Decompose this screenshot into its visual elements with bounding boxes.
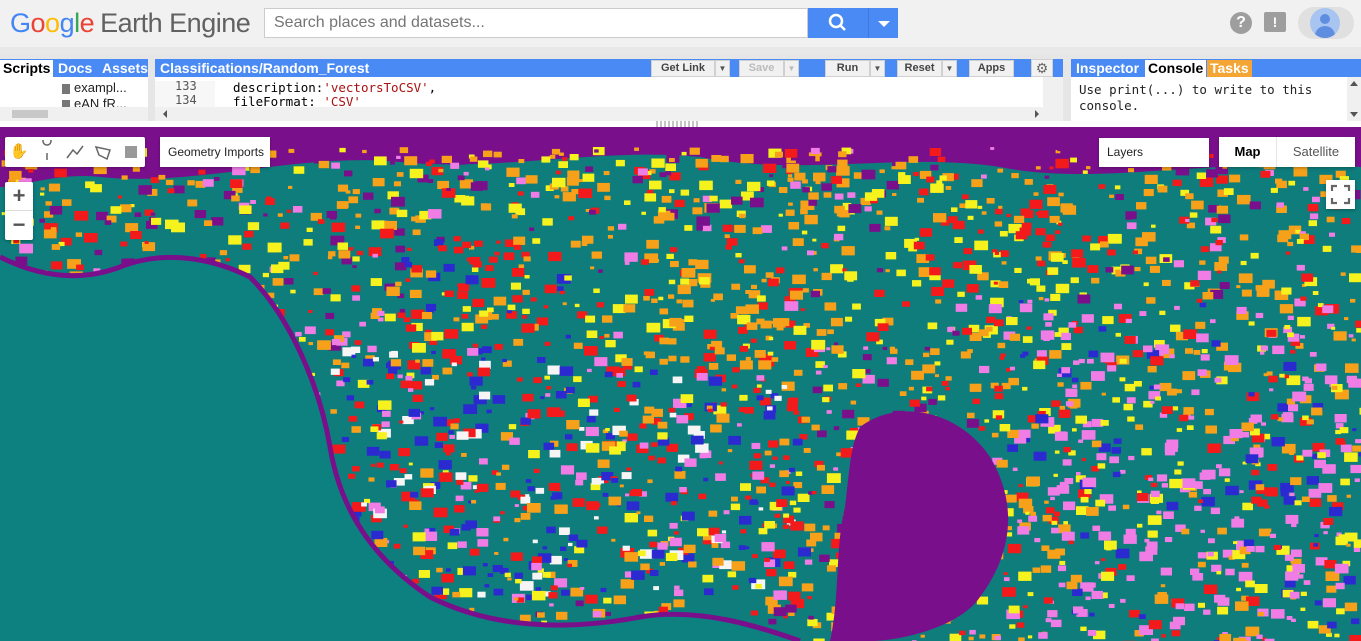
script-name: Classifications/Random_Forest: [160, 60, 370, 76]
zoom-control: + −: [5, 182, 33, 240]
header-separator: [0, 47, 1361, 55]
tab-inspector[interactable]: Inspector: [1073, 60, 1142, 77]
zoom-in-button[interactable]: +: [5, 182, 33, 211]
reset-button[interactable]: Reset: [897, 60, 942, 77]
code-area[interactable]: description:'vectorsToCSV', fileFormat: …: [233, 81, 1033, 107]
line-number: 134: [175, 93, 197, 107]
line-number: 133: [175, 81, 197, 93]
file-icon: [62, 99, 70, 107]
scroll-arrows: [163, 110, 1039, 118]
line-icon[interactable]: [63, 140, 87, 164]
search-icon: [828, 13, 846, 31]
drawing-tools: ✋: [5, 137, 145, 167]
apps-button[interactable]: Apps: [969, 60, 1014, 77]
help-icon[interactable]: ?: [1230, 12, 1252, 34]
line-number-gutter: 133 134 135: [155, 81, 215, 107]
console-output: Use print(...) to write to this console.: [1079, 82, 1313, 113]
scroll-arrows: [1350, 81, 1358, 117]
top-bar: GoogleEarth Engine ? !: [0, 0, 1361, 47]
map-canvas[interactable]: ✋ Geometry Imports + − Layers Map Satell…: [0, 127, 1361, 641]
tab-docs[interactable]: Docs: [55, 60, 95, 77]
horizontal-scrollbar[interactable]: [155, 107, 1043, 121]
geometry-imports-button[interactable]: Geometry Imports: [160, 137, 270, 167]
code-line: fileFormat: 'CSV': [233, 94, 361, 107]
vertical-scrollbar[interactable]: [1043, 77, 1063, 121]
tab-tasks[interactable]: Tasks: [1207, 60, 1252, 77]
layers-button[interactable]: Layers: [1099, 138, 1209, 167]
account-button[interactable]: [1298, 7, 1354, 39]
rectangle-icon[interactable]: [119, 140, 143, 164]
tab-scripts[interactable]: Scripts: [0, 60, 54, 77]
map-type-control: Map Satellite: [1219, 137, 1355, 167]
editor-toolbar: Classifications/Random_Forest Get Link ▼…: [155, 59, 1063, 77]
script-list-item[interactable]: exampl...: [62, 80, 142, 95]
code-editor-panels: Scripts Docs Assets exampl... eAN fR... …: [0, 55, 1361, 121]
marker-icon[interactable]: [35, 140, 59, 164]
run-dropdown[interactable]: ▼: [870, 60, 885, 77]
console-panel: Inspector Console Tasks Use print(...) t…: [1071, 59, 1361, 121]
horizontal-scrollbar[interactable]: [0, 107, 148, 121]
save-dropdown[interactable]: ▼: [784, 60, 799, 77]
run-button[interactable]: Run: [825, 60, 870, 77]
script-item-label: eAN fR...: [74, 96, 127, 107]
gear-icon[interactable]: ⚙: [1031, 59, 1053, 77]
logo-letter: G: [10, 8, 31, 38]
zoom-out-button[interactable]: −: [5, 211, 33, 240]
left-tab-bar: Scripts Docs Assets: [0, 59, 148, 77]
fullscreen-icon[interactable]: [1326, 180, 1355, 209]
search-input[interactable]: [264, 8, 808, 38]
right-tab-bar: Inspector Console Tasks: [1071, 59, 1361, 77]
logo-product-name: Earth Engine: [100, 8, 251, 38]
get-link-dropdown[interactable]: ▼: [715, 60, 730, 77]
save-button[interactable]: Save: [739, 60, 784, 77]
chevron-down-icon: [878, 21, 890, 27]
scripts-panel: Scripts Docs Assets exampl... eAN fR...: [0, 59, 148, 121]
code-line: description:'vectorsToCSV',: [233, 81, 437, 95]
tab-console[interactable]: Console: [1145, 60, 1207, 77]
logo-letter: o: [30, 8, 46, 38]
file-icon: [62, 83, 70, 94]
search-button[interactable]: [808, 8, 868, 38]
script-item-label: exampl...: [74, 80, 127, 95]
polygon-icon[interactable]: [91, 140, 115, 164]
tab-assets[interactable]: Assets: [99, 60, 151, 77]
hand-icon[interactable]: ✋: [7, 140, 31, 164]
map-type-satellite[interactable]: Satellite: [1277, 137, 1355, 167]
feedback-icon[interactable]: !: [1264, 12, 1286, 32]
map-type-map[interactable]: Map: [1219, 137, 1277, 167]
search-dropdown-button[interactable]: [868, 8, 898, 38]
logo-letter: o: [45, 8, 60, 38]
classification-layer: [0, 127, 1361, 641]
reset-dropdown[interactable]: ▼: [942, 60, 957, 77]
earth-engine-logo[interactable]: Google Earth Engine: [10, 8, 251, 39]
code-editor: Classifications/Random_Forest Get Link ▼…: [155, 59, 1063, 121]
logo-letter: g: [59, 8, 75, 38]
get-link-button[interactable]: Get Link: [651, 60, 715, 77]
script-list-item[interactable]: eAN fR...: [62, 96, 142, 107]
vertical-scrollbar[interactable]: [1347, 77, 1361, 121]
avatar: [1310, 8, 1340, 38]
logo-letter: e: [79, 8, 95, 38]
